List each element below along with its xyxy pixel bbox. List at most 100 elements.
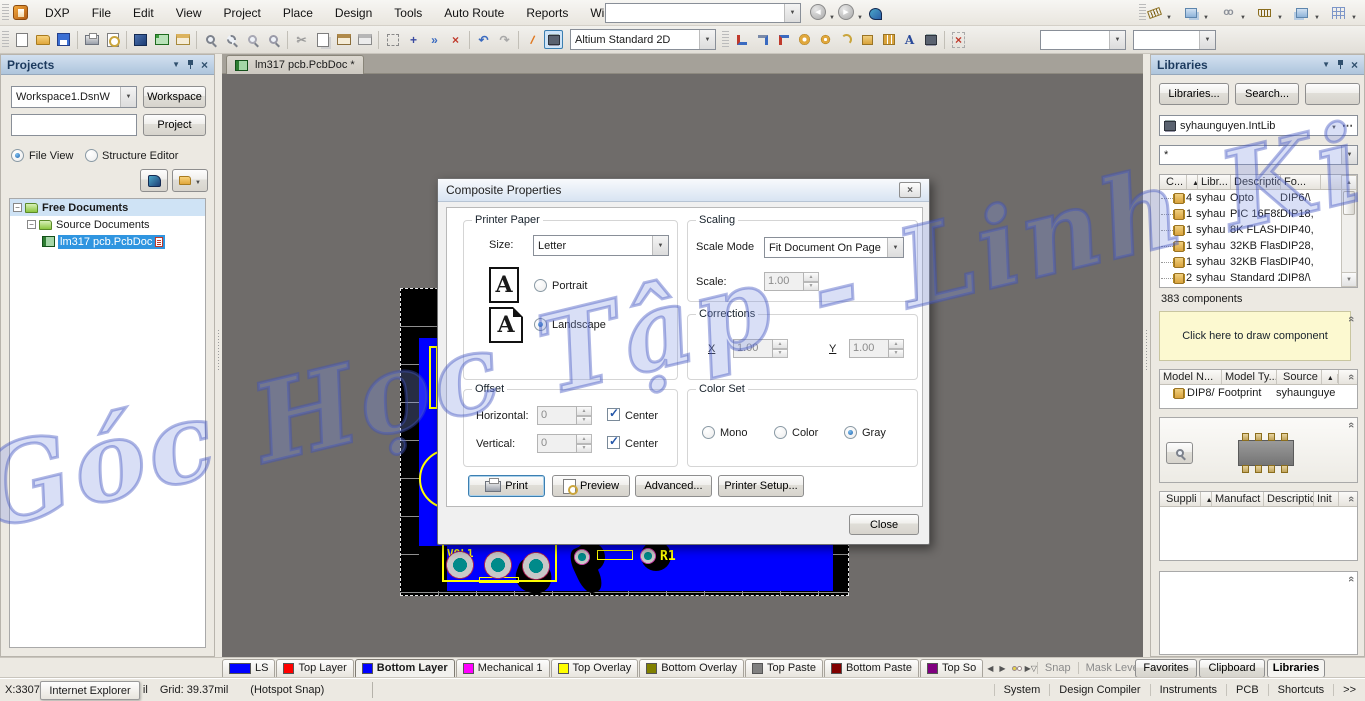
snap-indicator-icon[interactable] bbox=[1009, 662, 1025, 674]
chevron-down-icon[interactable] bbox=[1341, 146, 1357, 164]
layer-tab-top-overlay[interactable]: Top Overlay bbox=[550, 658, 639, 678]
close-icon[interactable]: × bbox=[899, 182, 921, 198]
close-icon[interactable]: × bbox=[1351, 58, 1358, 72]
vcs-button[interactable] bbox=[140, 169, 168, 192]
open-icon[interactable] bbox=[33, 30, 52, 49]
arrange-icon[interactable] bbox=[1292, 3, 1311, 22]
gray-radio[interactable] bbox=[844, 426, 857, 439]
forward-dropdown-icon[interactable] bbox=[857, 10, 863, 22]
scroll-right-icon[interactable]: ▶ bbox=[996, 664, 1008, 673]
spin-up-icon[interactable]: ▲ bbox=[773, 339, 788, 349]
models-table-header[interactable]: Model N... Model Ty... Source ▲ bbox=[1160, 370, 1357, 385]
component-row[interactable]: 1 syhau PIC 16F88 DIP18, bbox=[1160, 206, 1357, 222]
spin-down-icon[interactable]: ▼ bbox=[804, 281, 819, 291]
dialog-title-bar[interactable]: Composite Properties × bbox=[438, 179, 929, 202]
extra-combo-2[interactable] bbox=[1133, 30, 1216, 50]
panel-tab-favorites[interactable]: Favorites bbox=[1135, 658, 1197, 678]
collapse-section-icon[interactable]: « bbox=[1345, 422, 1357, 428]
left-splitter[interactable] bbox=[215, 54, 222, 657]
grid-icon[interactable] bbox=[1329, 3, 1348, 22]
preview-options-button[interactable] bbox=[1166, 442, 1193, 464]
board-wizard-icon[interactable] bbox=[152, 30, 171, 49]
menu-file[interactable]: File bbox=[81, 0, 122, 25]
horizontal-offset-spinner[interactable]: 0 ▲ ▼ bbox=[537, 406, 592, 425]
pin-icon[interactable] bbox=[1337, 60, 1344, 69]
chevron-down-icon[interactable] bbox=[887, 238, 903, 257]
toolbar-grip[interactable] bbox=[2, 30, 9, 49]
menu-view[interactable]: View bbox=[165, 0, 213, 25]
panel-tab-libraries[interactable]: Libraries bbox=[1267, 658, 1325, 678]
panel-menu-icon[interactable]: ▼ bbox=[1322, 60, 1330, 69]
collapse-section-icon[interactable]: « bbox=[1345, 374, 1357, 380]
route-angle-icon[interactable] bbox=[753, 30, 772, 49]
tree-item-source-documents[interactable]: − Source Documents bbox=[10, 216, 205, 233]
library-select-combo[interactable]: syhaunguyen.IntLib ⋯ bbox=[1159, 115, 1358, 136]
redo-icon[interactable]: ↷ bbox=[495, 30, 514, 49]
color-radio[interactable] bbox=[774, 426, 787, 439]
place-button[interactable] bbox=[1305, 83, 1360, 105]
chevron-down-icon[interactable] bbox=[1331, 120, 1337, 132]
component-row[interactable]: 1syhau32KB Flash, 1DIP40, bbox=[1160, 254, 1357, 270]
collapse-section-icon[interactable]: « bbox=[1345, 316, 1357, 322]
chevron-down-icon[interactable] bbox=[784, 4, 800, 22]
fill-icon[interactable] bbox=[858, 30, 877, 49]
nav-address-combo[interactable] bbox=[605, 3, 801, 23]
filter-mask-combo[interactable]: * bbox=[1159, 145, 1358, 165]
model-row[interactable]: DIP8/ Footprint syhaunguye bbox=[1160, 385, 1357, 401]
close-icon[interactable]: × bbox=[201, 58, 208, 72]
paper-size-combo[interactable]: Letter bbox=[533, 235, 669, 256]
panel-tab-clipboard[interactable]: Clipboard bbox=[1199, 658, 1265, 678]
scroll-up-icon[interactable]: ▲ bbox=[1342, 176, 1356, 190]
snap-toggle[interactable]: Snap bbox=[1036, 662, 1078, 674]
pad-icon[interactable] bbox=[795, 30, 814, 49]
project-button[interactable]: Project bbox=[143, 114, 206, 136]
scale-spinner[interactable]: 1.00 ▲ ▼ bbox=[764, 272, 819, 291]
mask-filter-icon[interactable]: ▶▽ bbox=[1025, 664, 1037, 673]
layer-tab-top-layer[interactable]: Top Layer bbox=[276, 658, 354, 678]
supplier-table-header[interactable]: Suppli ▲ Manufact Descriptic Init bbox=[1160, 492, 1357, 507]
close-button[interactable]: Close bbox=[849, 514, 919, 535]
find-icon[interactable]: oo bbox=[1218, 3, 1237, 22]
tree-item-pcbdoc[interactable]: lm317 pcb.PcbDoc bbox=[10, 233, 205, 250]
project-field[interactable] bbox=[11, 114, 137, 136]
wand-icon[interactable]: / bbox=[523, 30, 542, 49]
status-menu-more[interactable]: >> bbox=[1333, 684, 1365, 696]
center-horizontal-checkbox[interactable] bbox=[607, 406, 620, 421]
zoom-area-icon[interactable] bbox=[222, 30, 241, 49]
print-preview-icon[interactable] bbox=[103, 30, 122, 49]
layer-stack-icon[interactable] bbox=[1181, 3, 1200, 22]
dxp-logo-icon[interactable] bbox=[13, 5, 28, 20]
back-dropdown-icon[interactable] bbox=[829, 10, 835, 22]
more-options-icon[interactable]: ⋯ bbox=[1342, 119, 1353, 132]
menu-edit[interactable]: Edit bbox=[122, 0, 165, 25]
center-vertical-checkbox[interactable] bbox=[607, 434, 620, 449]
menu-dxp[interactable]: DXP bbox=[34, 0, 81, 25]
zoom-fit-icon[interactable] bbox=[201, 30, 220, 49]
panel-menu-icon[interactable]: ▼ bbox=[172, 60, 180, 69]
pin-icon[interactable] bbox=[187, 60, 194, 69]
move-icon[interactable]: + bbox=[404, 30, 423, 49]
paste-icon[interactable] bbox=[334, 30, 353, 49]
copy-icon[interactable] bbox=[313, 30, 332, 49]
chevron-down-icon[interactable] bbox=[1109, 31, 1125, 49]
component-row[interactable]: 4 syhau Opto DIP6/\ bbox=[1160, 190, 1357, 206]
layer-set-tab[interactable]: LS bbox=[222, 658, 276, 678]
chevron-down-icon[interactable] bbox=[699, 30, 715, 49]
zoom-point-icon[interactable] bbox=[243, 30, 262, 49]
find-dropdown-icon[interactable] bbox=[1240, 10, 1246, 22]
layer-tab-top-solder[interactable]: Top So bbox=[920, 658, 984, 678]
advanced-button[interactable]: Advanced... bbox=[635, 475, 712, 497]
layer-tab-bottom-overlay[interactable]: Bottom Overlay bbox=[639, 658, 745, 678]
internet-explorer-popup[interactable]: Internet Explorer bbox=[40, 681, 140, 700]
open-document-button[interactable] bbox=[172, 169, 208, 192]
pad[interactable] bbox=[484, 551, 512, 579]
components-table-header[interactable]: C...▲ Libr... Description Fo... bbox=[1160, 175, 1357, 190]
menu-tools[interactable]: Tools bbox=[383, 0, 433, 25]
measure-dropdown-icon[interactable] bbox=[1166, 10, 1172, 22]
layer-tab-mechanical-1[interactable]: Mechanical 1 bbox=[455, 658, 550, 678]
new-document-icon[interactable] bbox=[12, 30, 31, 49]
home-navigator-icon[interactable] bbox=[866, 4, 885, 23]
scroll-down-icon[interactable]: ▼ bbox=[1342, 272, 1356, 286]
component-row[interactable]: 2syhauStandard 2-\DIP8/\ bbox=[1160, 270, 1357, 286]
forward-icon[interactable]: ▶ bbox=[838, 4, 854, 20]
